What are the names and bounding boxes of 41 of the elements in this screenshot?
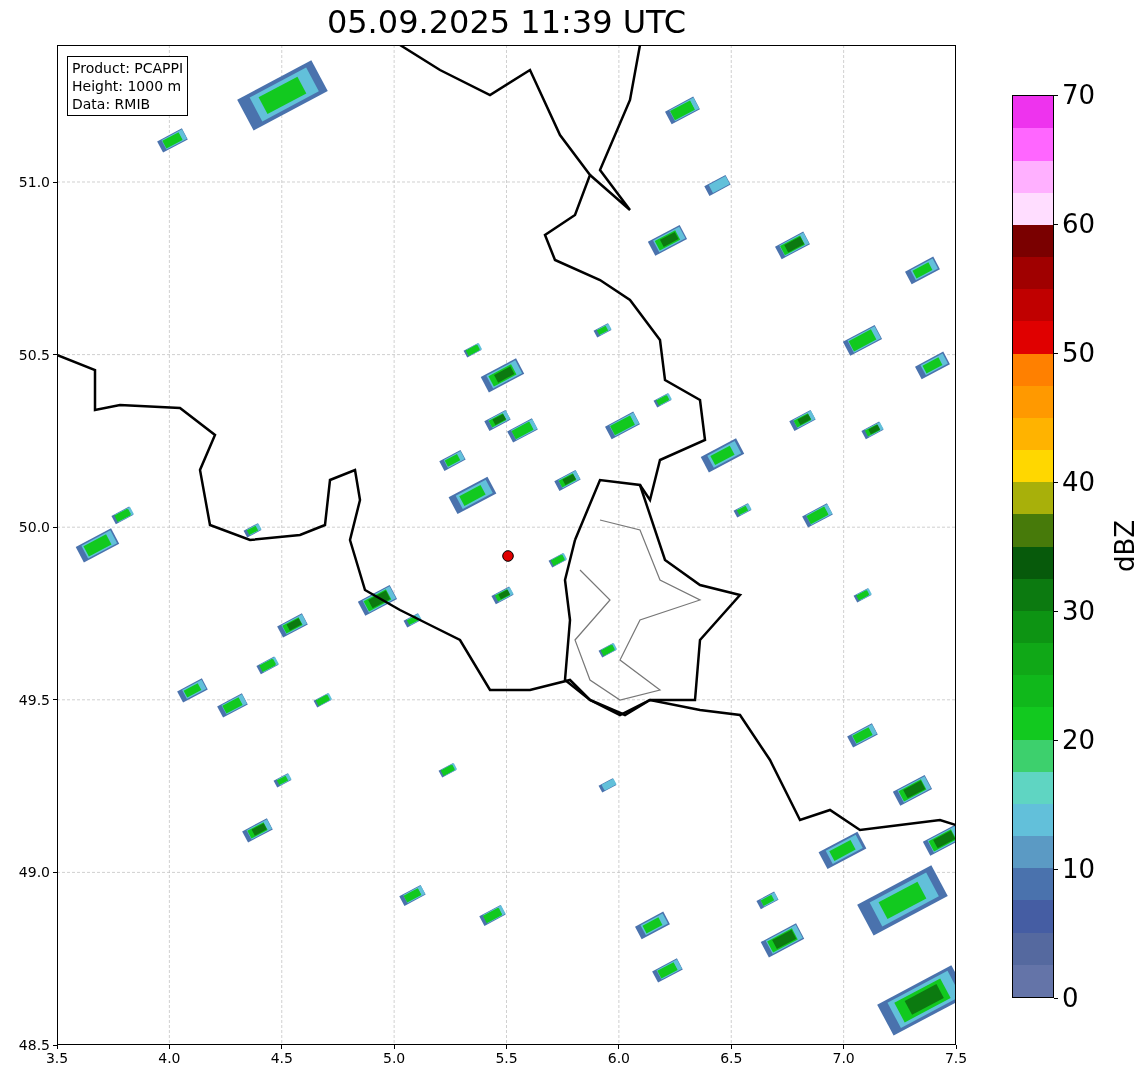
colorbar-label: 40	[1061, 467, 1095, 497]
info-text: Product: PCAPPI	[72, 59, 184, 77]
x-axis-label: 5.5	[495, 1050, 518, 1066]
radar-echo	[598, 778, 617, 793]
x-axis-label: 6.0	[607, 1050, 630, 1066]
x-axis-label: 7.0	[832, 1050, 855, 1066]
x-axis-label: 6.5	[720, 1050, 743, 1066]
y-axis-label: 50.0	[18, 519, 50, 536]
colorbar-label: 70	[1061, 80, 1095, 110]
colorbar-label: 0	[1061, 983, 1079, 1013]
colorbar-label: 30	[1061, 596, 1095, 626]
radar-echo	[598, 643, 618, 658]
colorbar-label: 10	[1061, 854, 1095, 884]
y-axis-label: 51.0	[18, 174, 50, 191]
info-text: Data: RMIB	[72, 95, 152, 113]
x-axis-label: 3.5	[45, 1050, 69, 1066]
radar-echo	[438, 763, 458, 778]
radar-echo	[313, 693, 333, 708]
x-axis-label: 7.5	[944, 1050, 968, 1066]
x-axis-label: 4.0	[158, 1050, 181, 1066]
radar-echo	[733, 503, 752, 518]
colorbar-label: 60	[1061, 209, 1095, 239]
y-axis-label: 48.5	[18, 1037, 50, 1053]
y-axis-label: 49.0	[18, 864, 50, 881]
radar-echo	[548, 553, 568, 568]
radar-echo	[403, 613, 422, 628]
chart-title: 05.09.2025 11:39 UTC	[325, 2, 688, 43]
colorbar-label: 20	[1061, 725, 1095, 755]
x-axis-label: 5.0	[383, 1050, 406, 1066]
radar-echo	[853, 588, 872, 603]
radar-site-icon	[502, 550, 514, 562]
radar-echo	[243, 523, 262, 538]
y-axis-label: 50.5	[18, 346, 50, 363]
colorbar-title: dBZ	[1110, 519, 1140, 572]
radar-echo	[273, 773, 292, 788]
colorbar-label: 50	[1061, 338, 1095, 368]
x-axis-label: 4.5	[270, 1050, 293, 1066]
radar-echo	[593, 323, 612, 338]
info-text: Height: 1000 m	[72, 77, 183, 95]
radar-echo	[653, 393, 672, 408]
y-axis-label: 49.5	[18, 691, 50, 708]
